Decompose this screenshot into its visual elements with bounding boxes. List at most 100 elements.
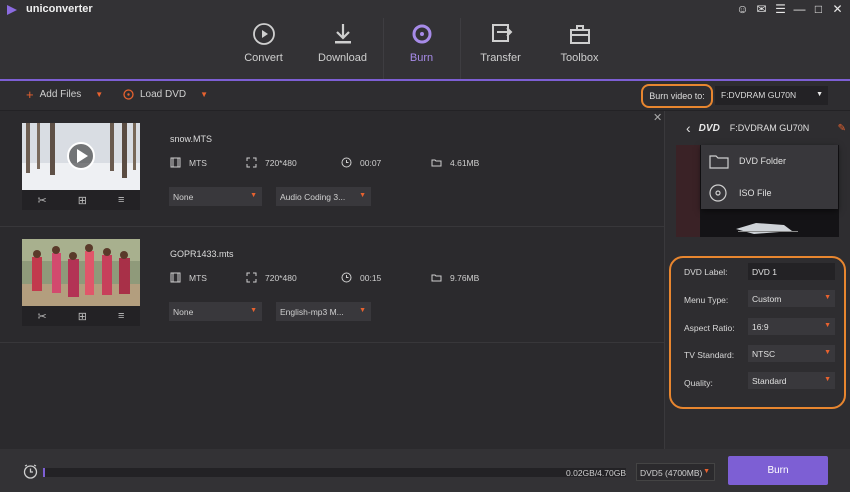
- folder-icon: [709, 155, 729, 169]
- back-chevron-icon[interactable]: ‹: [686, 120, 691, 136]
- tab-convert-label: Convert: [244, 52, 283, 64]
- size-value: 9.76MB: [450, 272, 480, 283]
- add-files-button[interactable]: + Add Files ▼: [26, 88, 103, 101]
- edit-icon[interactable]: ✎: [838, 123, 846, 134]
- resolution-icon: [246, 272, 257, 283]
- adjust-icon[interactable]: ≡: [118, 194, 124, 206]
- main-nav: Convert Download Burn Transfer Toolbox: [224, 18, 619, 79]
- video-thumbnail[interactable]: [22, 239, 140, 306]
- dvd-logo-icon: DVD: [698, 122, 720, 134]
- folder-icon: [431, 159, 442, 167]
- clock-icon: [341, 272, 352, 283]
- clock-icon: [341, 157, 352, 168]
- quality-label: Quality:: [684, 378, 713, 388]
- burn-target-select[interactable]: F:DVDRAM GU70N ▼: [715, 86, 828, 105]
- menu-icon[interactable]: ☰: [774, 3, 787, 16]
- resolution-meta: 720*480: [246, 272, 297, 283]
- close-icon[interactable]: ✕: [653, 111, 662, 124]
- resolution-value: 720*480: [265, 157, 297, 168]
- tab-burn-label: Burn: [409, 52, 434, 64]
- aspect-ratio-label: Aspect Ratio:: [684, 323, 735, 333]
- toolbox-icon: [569, 25, 590, 44]
- chevron-down-icon[interactable]: ▼: [95, 90, 103, 99]
- chevron-down-icon: ▼: [824, 376, 831, 383]
- convert-icon: [252, 23, 275, 45]
- format-value: MTS: [189, 272, 207, 283]
- maximize-icon[interactable]: □: [812, 3, 825, 16]
- tab-transfer[interactable]: Transfer: [461, 18, 540, 79]
- folder-icon: [431, 274, 442, 282]
- menu-type-select[interactable]: Custom ▼: [748, 290, 835, 307]
- thumbnail-tools: ✂ ⊞ ≡: [22, 306, 140, 326]
- tab-download[interactable]: Download: [303, 18, 382, 79]
- format-meta: MTS: [170, 272, 207, 283]
- tab-burn[interactable]: Burn: [382, 18, 461, 79]
- duration-value: 00:07: [360, 157, 382, 168]
- feedback-icon[interactable]: ✉: [755, 3, 768, 16]
- crop-icon[interactable]: ⊞: [78, 194, 87, 207]
- video-thumbnail[interactable]: [22, 123, 140, 190]
- disc-type-value: DVD5 (4700MB): [640, 468, 703, 478]
- adjust-icon[interactable]: ≡: [118, 310, 124, 322]
- format-value: MTS: [189, 157, 207, 168]
- menu-item-dvd-folder[interactable]: DVD Folder: [701, 145, 838, 177]
- chevron-down-icon: ▼: [824, 322, 831, 329]
- chevron-down-icon: ▼: [703, 468, 710, 475]
- scissors-icon[interactable]: ✂: [38, 194, 47, 207]
- file-name: snow.MTS: [170, 134, 213, 144]
- tab-convert[interactable]: Convert: [224, 18, 303, 79]
- dvd-label-field[interactable]: DVD 1: [748, 263, 835, 280]
- film-icon: [170, 272, 181, 283]
- file-list: ✂ ⊞ ≡ snow.MTS MTS 720*480 00:07 4.61MB …: [0, 111, 664, 449]
- subtitle-select[interactable]: None ▼: [169, 302, 262, 321]
- chevron-down-icon: ▼: [824, 294, 831, 301]
- aspect-ratio-select[interactable]: 16:9 ▼: [748, 318, 835, 335]
- format-meta: MTS: [170, 157, 207, 168]
- chevron-down-icon: ▼: [359, 307, 366, 314]
- schedule-clock-icon[interactable]: [23, 464, 38, 479]
- audio-track-select[interactable]: English-mp3 M... ▼: [276, 302, 371, 321]
- disc-usage-bar: [43, 468, 626, 477]
- disc-type-select[interactable]: DVD5 (4700MB) ▼: [636, 463, 715, 481]
- menu-type-label: Menu Type:: [684, 295, 729, 305]
- user-icon[interactable]: ☺: [736, 3, 749, 16]
- chevron-down-icon: ▼: [250, 307, 257, 314]
- audio-track-select[interactable]: Audio Coding 3... ▼: [276, 187, 371, 206]
- burn-button[interactable]: Burn: [728, 456, 828, 485]
- tab-toolbox-label: Toolbox: [560, 52, 599, 64]
- scissors-icon[interactable]: ✂: [38, 310, 47, 323]
- file-name: GOPR1433.mts: [170, 249, 234, 259]
- close-icon[interactable]: ✕: [831, 3, 844, 16]
- size-meta: 9.76MB: [431, 272, 479, 283]
- chevron-down-icon: ▼: [359, 192, 366, 199]
- dvd-label-label: DVD Label:: [684, 267, 728, 277]
- menu-item-iso-file[interactable]: ISO File: [701, 177, 838, 209]
- subtitle-value: None: [173, 192, 194, 202]
- app-name: uniconverter: [26, 3, 93, 15]
- download-icon: [334, 24, 351, 44]
- divider: [460, 18, 461, 79]
- size-value: 4.61MB: [450, 157, 480, 168]
- play-triangle-icon: [7, 5, 17, 15]
- list-item: ✂ ⊞ ≡ snow.MTS MTS 720*480 00:07 4.61MB …: [0, 111, 664, 227]
- output-type-menu: DVD Folder ISO File: [701, 145, 838, 209]
- tab-toolbox[interactable]: Toolbox: [540, 18, 619, 79]
- toolbar: + Add Files ▼ Load DVD ▼ Burn video to: …: [0, 81, 850, 111]
- disc-icon: [709, 184, 727, 202]
- load-dvd-label: Load DVD: [140, 89, 187, 100]
- chevron-down-icon[interactable]: ▼: [200, 90, 208, 99]
- resolution-meta: 720*480: [246, 157, 297, 168]
- subtitle-select[interactable]: None ▼: [169, 187, 262, 206]
- list-item: ✂ ⊞ ≡ GOPR1433.mts MTS 720*480 00:15 9.7…: [0, 227, 664, 343]
- disc-usage-text: 0.02GB/4.70GB: [566, 468, 627, 478]
- minimize-icon[interactable]: —: [793, 3, 806, 16]
- burn-target-value: F:DVDRAM GU70N: [721, 90, 797, 100]
- duration-meta: 00:15: [341, 272, 381, 283]
- tab-download-label: Download: [318, 52, 367, 64]
- tv-standard-select[interactable]: NTSC ▼: [748, 345, 835, 362]
- quality-select[interactable]: Standard ▼: [748, 372, 835, 389]
- crop-icon[interactable]: ⊞: [78, 310, 87, 323]
- load-dvd-button[interactable]: Load DVD ▼: [123, 89, 208, 100]
- disc-usage-fill: [43, 468, 46, 477]
- duration-meta: 00:07: [341, 157, 381, 168]
